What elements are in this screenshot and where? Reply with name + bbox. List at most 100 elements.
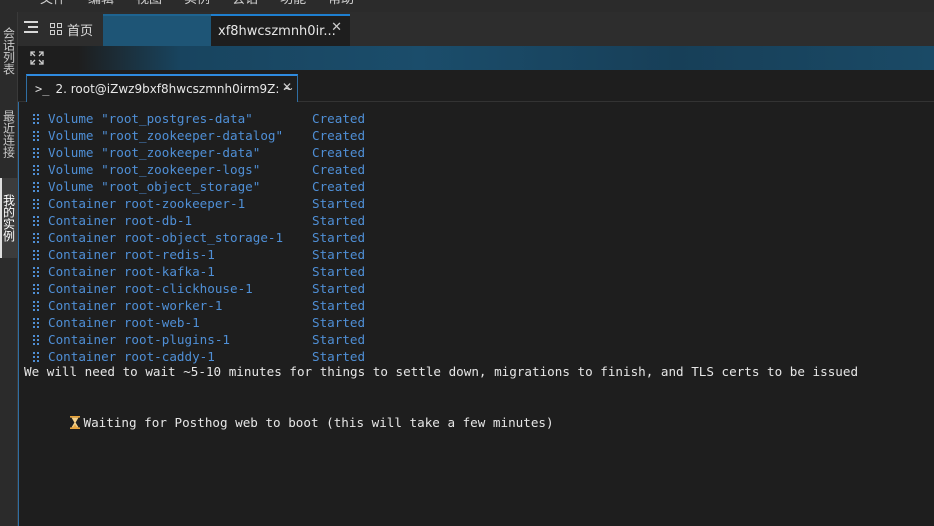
terminal-tab-label: 2. root@iZwz9bxf8hwcszmnh0irm9Z: ~ [55, 82, 294, 96]
menu-item[interactable]: 编辑 [88, 0, 114, 8]
redacted-region [103, 14, 211, 46]
menu-item[interactable]: 文件 [40, 0, 66, 8]
terminal-line-resource: Volume "root_zookeeper-data" [48, 144, 260, 161]
menu-item[interactable]: 功能 [280, 0, 306, 8]
resource-status: Created [312, 179, 366, 194]
terminal-message-boot: Waiting for Posthog web to boot (this wi… [24, 397, 554, 430]
resource-name: root-worker-1 [123, 298, 223, 313]
sidetab-label: 会话列表 [1, 27, 16, 75]
terminal-line-resource: Container root-plugins-1 [48, 331, 230, 348]
resource-kind: Container [48, 213, 117, 228]
menu-item[interactable]: 视图 [136, 0, 162, 8]
terminal-message-wait: We will need to wait ~5-10 minutes for t… [24, 364, 859, 379]
terminal-line-resource: Volume "root_object_storage" [48, 178, 260, 195]
resource-kind: Container [48, 281, 117, 296]
terminal-line-resource: Container root-db-1 [48, 212, 192, 229]
braille-spinner-icon [33, 114, 40, 124]
resource-status: Started [312, 213, 366, 228]
resource-name: root-zookeeper-1 [123, 196, 246, 211]
terminal-line-resource: Container root-clickhouse-1 [48, 280, 253, 297]
expand-icon[interactable] [30, 51, 44, 65]
close-icon[interactable]: ✕ [282, 80, 292, 94]
terminal-prompt-icon: >_ [35, 82, 50, 96]
braille-spinner-icon [33, 284, 40, 294]
braille-spinner-icon [33, 267, 40, 277]
resource-kind: Volume [48, 145, 94, 160]
tab-home-label: 首页 [67, 23, 94, 39]
redacted-region [78, 46, 934, 70]
resource-kind: Container [48, 315, 117, 330]
app-window: 文件 编辑 视图 实例 会话 功能 帮助 会话列表 最近连接 我的实例 首页 xf8hwcs… [0, 0, 934, 526]
resource-name: root-web-1 [123, 315, 200, 330]
braille-spinner-icon [33, 233, 40, 243]
tab-home[interactable]: 首页 [50, 20, 94, 39]
braille-spinner-icon [33, 352, 40, 362]
close-icon[interactable]: ✕ [331, 20, 342, 35]
resource-status: Started [312, 349, 366, 364]
resource-kind: Container [48, 247, 117, 262]
resource-kind: Container [48, 349, 117, 364]
resource-kind: Volume [48, 162, 94, 177]
resource-status: Started [312, 298, 366, 313]
resource-kind: Volume [48, 128, 94, 143]
sidetab-my-instances[interactable]: 我的实例 [0, 178, 18, 258]
braille-spinner-icon [33, 131, 40, 141]
braille-spinner-icon [33, 216, 40, 226]
menu-item[interactable]: 实例 [184, 0, 210, 8]
terminal-line-resource: Volume "root_postgres-data" [48, 110, 253, 127]
terminal-tab[interactable]: >_ 2. root@iZwz9bxf8hwcszmnh0irm9Z: ~ ✕ [26, 74, 298, 102]
terminal-line-resource: Container root-zookeeper-1 [48, 195, 245, 212]
resource-name: root-object_storage-1 [123, 230, 284, 245]
menu-bar: 文件 编辑 视图 实例 会话 功能 帮助 [0, 0, 934, 12]
resource-name: root-plugins-1 [123, 332, 230, 347]
resource-name: "root_zookeeper-logs" [101, 162, 261, 177]
terminal-line-resource: Container root-caddy-1 [48, 348, 215, 365]
resource-name: "root_zookeeper-datalog" [101, 128, 284, 143]
braille-spinner-icon [33, 182, 40, 192]
resource-name: root-db-1 [123, 213, 193, 228]
resource-name: "root_postgres-data" [101, 111, 253, 126]
resource-name: "root_zookeeper-data" [101, 145, 261, 160]
hourglass-icon [69, 416, 80, 429]
terminal-output[interactable]: We will need to wait ~5-10 minutes for t… [18, 102, 934, 526]
side-panel: 会话列表 最近连接 我的实例 [0, 12, 18, 526]
resource-kind: Container [48, 332, 117, 347]
resource-status: Started [312, 281, 366, 296]
sidetab-recent[interactable]: 最近连接 [0, 94, 18, 174]
terminal-line-resource: Container root-worker-1 [48, 297, 222, 314]
braille-spinner-icon [33, 199, 40, 209]
terminal-tab-bar: >_ 2. root@iZwz9bxf8hwcszmnh0irm9Z: ~ ✕ [18, 70, 934, 102]
terminal-line-resource: Volume "root_zookeeper-datalog" [48, 127, 283, 144]
resource-name: "root_object_storage" [101, 179, 261, 194]
tab-bar: 首页 xf8hwcszmnh0ir... ✕ [18, 12, 934, 46]
terminal-line-resource: Volume "root_zookeeper-logs" [48, 161, 260, 178]
resource-status: Started [312, 315, 366, 330]
braille-spinner-icon [33, 318, 40, 328]
resource-status: Created [312, 128, 366, 143]
braille-spinner-icon [33, 250, 40, 260]
resource-status: Started [312, 196, 366, 211]
terminal-message-boot-text: Waiting for Posthog web to boot (this wi… [83, 415, 554, 430]
sidetab-session-list[interactable]: 会话列表 [0, 12, 18, 90]
terminal-line-resource: Container root-redis-1 [48, 246, 215, 263]
resource-kind: Volume [48, 111, 94, 126]
resource-name: root-clickhouse-1 [123, 281, 253, 296]
resource-status: Created [312, 145, 366, 160]
terminal-line-resource: Container root-web-1 [48, 314, 200, 331]
resource-name: root-caddy-1 [123, 349, 215, 364]
resource-name: root-kafka-1 [123, 264, 215, 279]
resource-kind: Container [48, 264, 117, 279]
resource-name: root-redis-1 [123, 247, 215, 262]
menu-item[interactable]: 帮助 [328, 0, 354, 8]
resource-kind: Container [48, 196, 117, 211]
braille-spinner-icon [33, 301, 40, 311]
menu-item[interactable]: 会话 [232, 0, 258, 8]
resource-kind: Container [48, 298, 117, 313]
braille-spinner-icon [33, 165, 40, 175]
tab-remote-label: xf8hwcszmnh0ir... [218, 24, 336, 39]
resource-status: Started [312, 264, 366, 279]
resource-kind: Container [48, 230, 117, 245]
menu-toggle-icon[interactable] [24, 20, 40, 34]
terminal-line-resource: Container root-object_storage-1 [48, 229, 283, 246]
resource-status: Created [312, 111, 366, 126]
